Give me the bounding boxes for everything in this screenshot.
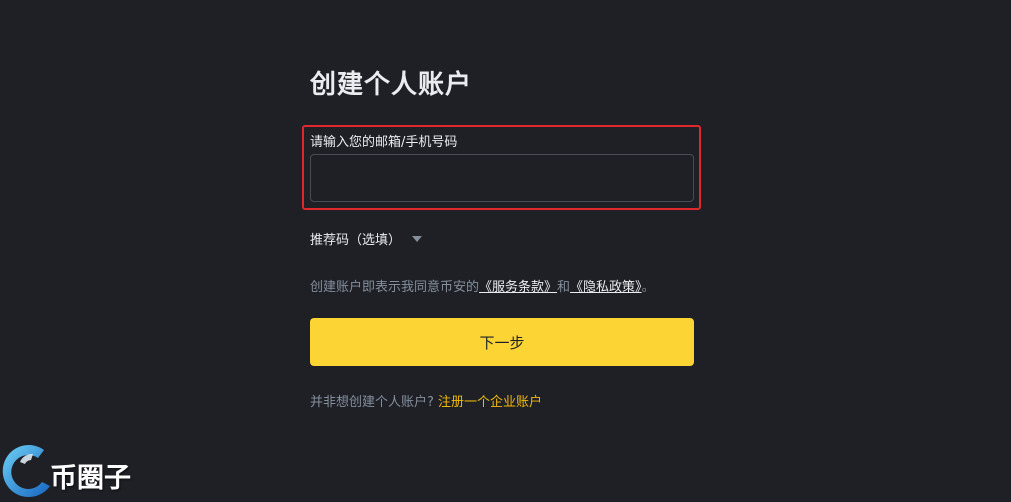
corporate-prefix: 并非想创建个人账户? bbox=[310, 395, 434, 410]
corporate-account-prompt: 并非想创建个人账户? 注册一个企业账户 bbox=[310, 391, 542, 410]
register-corporate-link[interactable]: 注册一个企业账户 bbox=[438, 395, 542, 410]
terms-suffix: 。 bbox=[641, 280, 655, 295]
next-step-button[interactable]: 下一步 bbox=[310, 318, 694, 366]
referral-code-label: 推荐码（选填） bbox=[310, 233, 402, 248]
terms-and: 和 bbox=[557, 280, 571, 295]
referral-code-toggle[interactable]: 推荐码（选填） bbox=[310, 229, 423, 248]
watermark: 币圈子 bbox=[0, 440, 160, 502]
terms-statement: 创建账户即表示我同意币安的《服务条款》和《隐私政策》。 bbox=[310, 276, 655, 295]
privacy-policy-link[interactable]: 《隐私政策》 bbox=[570, 280, 642, 295]
terms-prefix: 创建账户即表示我同意币安的 bbox=[310, 280, 480, 295]
register-page: 创建个人账户 请输入您的邮箱/手机号码 推荐码（选填） 创建账户即表示我同意币安… bbox=[0, 0, 1011, 502]
terms-of-service-link[interactable]: 《服务条款》 bbox=[479, 280, 557, 295]
email-phone-input[interactable] bbox=[310, 154, 694, 202]
page-title: 创建个人账户 bbox=[310, 70, 473, 100]
watermark-text: 币圈子 bbox=[50, 463, 131, 494]
email-field-label: 请输入您的邮箱/手机号码 bbox=[310, 135, 458, 150]
caret-down-icon bbox=[412, 236, 423, 242]
